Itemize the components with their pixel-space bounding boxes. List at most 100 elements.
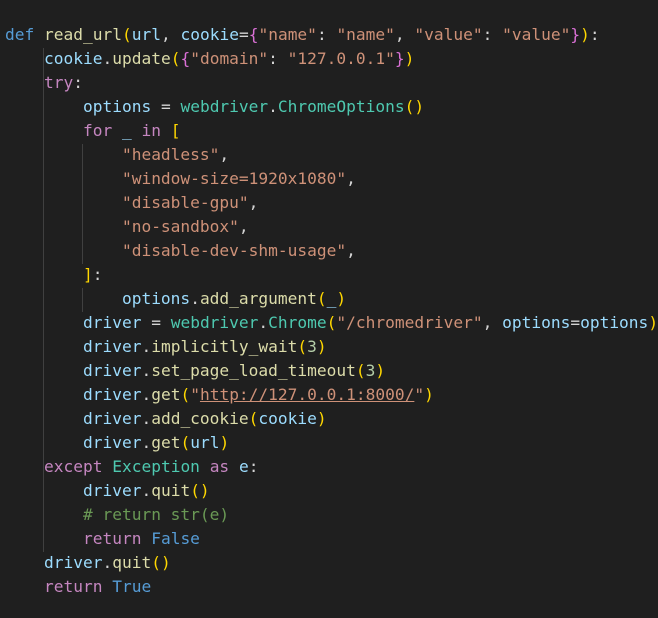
code-token: . <box>141 433 152 452</box>
code-token: : <box>92 265 103 284</box>
code-line[interactable]: driver.get(url) <box>5 431 229 455</box>
code-token: ( <box>180 433 191 452</box>
code-line[interactable]: # return str(e) <box>5 503 229 527</box>
code-token: ) <box>580 25 590 44</box>
code-token: ) <box>424 385 434 404</box>
code-token: ) <box>336 289 347 308</box>
code-line[interactable]: ]: <box>5 263 103 287</box>
code-token: get <box>151 385 181 404</box>
code-token: True <box>112 577 152 596</box>
code-line[interactable]: def read_url(url, cookie={"name": "name"… <box>5 23 600 47</box>
code-token: Chrome <box>268 313 327 332</box>
code-token: () <box>404 97 425 116</box>
code-token: { <box>180 49 191 68</box>
code-token: e <box>238 457 249 476</box>
code-line[interactable]: options.add_argument(_) <box>5 287 346 311</box>
code-token: ( <box>248 409 259 428</box>
code-line[interactable]: "headless", <box>5 143 229 167</box>
code-token: "127.0.0.1" <box>287 49 395 68</box>
code-token: ( <box>180 385 191 404</box>
code-line[interactable]: driver.set_page_load_timeout(3) <box>5 359 385 383</box>
code-token: options <box>502 313 571 332</box>
code-token: for <box>82 121 113 140</box>
code-token: = <box>151 97 181 116</box>
code-line[interactable]: driver.add_cookie(cookie) <box>5 407 327 431</box>
code-token: driver <box>82 385 142 404</box>
code-line[interactable]: "window-size=1920x1080", <box>5 167 356 191</box>
code-editor[interactable]: def read_url(url, cookie={"name": "name"… <box>0 0 658 618</box>
code-token: . <box>141 385 152 404</box>
code-token: ( <box>355 361 366 380</box>
code-token: . <box>141 409 152 428</box>
code-token: ) <box>219 433 230 452</box>
code-line[interactable]: driver.implicitly_wait(3) <box>5 335 327 359</box>
code-token: ( <box>170 49 181 68</box>
code-token: . <box>102 553 113 572</box>
code-line[interactable]: driver = webdriver.Chrome("/chromedriver… <box>5 311 658 335</box>
code-token: " <box>190 385 200 404</box>
code-token: add_argument <box>199 289 317 308</box>
code-token: , <box>248 193 259 212</box>
code-token: "domain" <box>190 49 269 68</box>
code-line[interactable]: driver.quit() <box>5 479 210 503</box>
code-token: : <box>589 25 600 44</box>
code-token: , <box>482 313 503 332</box>
code-token: "window-size=1920x1080" <box>121 169 347 188</box>
code-line[interactable]: options = webdriver.ChromeOptions() <box>5 95 424 119</box>
code-token: cookie <box>43 49 103 68</box>
code-token: ChromeOptions <box>277 97 405 116</box>
code-line[interactable]: "disable-dev-shm-usage", <box>5 239 356 263</box>
code-token: options <box>580 313 649 332</box>
code-token: "disable-gpu" <box>121 193 249 212</box>
code-token: . <box>141 481 152 500</box>
code-token: update <box>112 49 171 68</box>
code-token: except <box>43 457 103 476</box>
code-line[interactable]: return True <box>5 575 151 599</box>
code-token: ( <box>326 313 337 332</box>
code-line[interactable]: for _ in [ <box>5 119 181 143</box>
code-token: quit <box>112 553 152 572</box>
code-token: driver <box>82 409 142 428</box>
code-token: ) <box>404 49 415 68</box>
code-line[interactable]: driver.get("http://127.0.0.1:8000/") <box>5 383 434 407</box>
code-token: 3 <box>307 337 317 356</box>
code-line[interactable]: driver.quit() <box>5 551 171 575</box>
code-token: driver <box>82 361 142 380</box>
code-line[interactable]: cookie.update({"domain": "127.0.0.1"}) <box>5 47 414 71</box>
code-line[interactable]: "no-sandbox", <box>5 215 249 239</box>
code-token: get <box>151 433 181 452</box>
code-token: "no-sandbox" <box>121 217 239 236</box>
code-token: [ <box>170 121 181 140</box>
code-token: as <box>209 457 230 476</box>
code-token: 3 <box>365 361 376 380</box>
code-token: try <box>43 73 74 92</box>
code-token: = <box>141 313 171 332</box>
code-token: read_url <box>44 25 122 44</box>
code-token: "disable-dev-shm-usage" <box>121 241 347 260</box>
code-line[interactable]: except Exception as e: <box>5 455 258 479</box>
code-line[interactable]: try: <box>5 71 83 95</box>
code-token: () <box>190 481 210 500</box>
code-line[interactable]: "disable-gpu", <box>5 191 258 215</box>
code-token: options <box>121 289 191 308</box>
code-token: ( <box>316 289 327 308</box>
code-line[interactable]: return False <box>5 527 200 551</box>
code-token: { <box>248 25 259 44</box>
code-token: "name" <box>336 25 395 44</box>
code-token: ) <box>316 409 327 428</box>
code-token: ( <box>121 25 132 44</box>
